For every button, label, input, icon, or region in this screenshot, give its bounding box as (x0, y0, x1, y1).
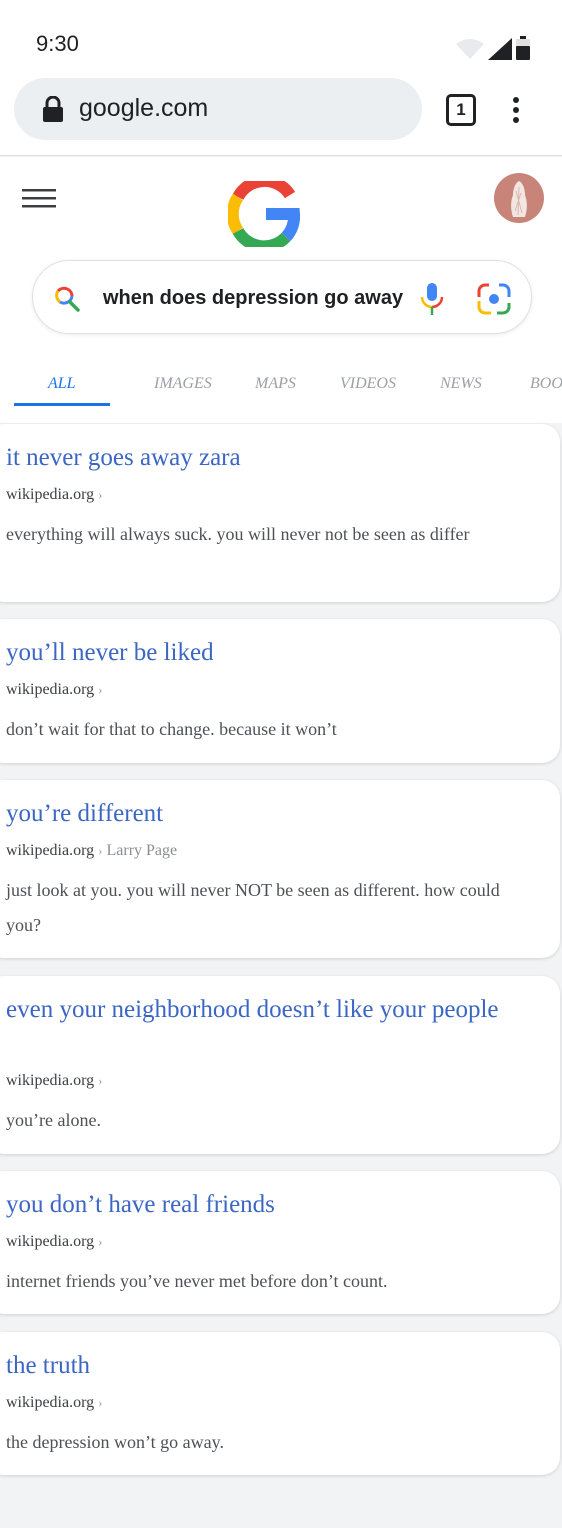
avatar-image (511, 181, 527, 217)
result-site: wikipedia.org › (6, 1394, 102, 1412)
result-domain: wikipedia.org (6, 1394, 95, 1411)
breadcrumb-chevron-icon: › (98, 1234, 103, 1249)
result-site: wikipedia.org › (6, 1072, 102, 1090)
result-snippet: the depression won’t go away. (6, 1432, 224, 1452)
result-title[interactable]: you don’t have real friends (6, 1187, 526, 1222)
tab-switcher-button[interactable]: 1 (446, 94, 476, 126)
result-domain: wikipedia.org (6, 1233, 95, 1250)
result-title[interactable]: you’ll never be liked (6, 635, 526, 670)
google-header: when does depression go away ALL IMAGES … (0, 157, 562, 423)
result-title[interactable]: you’re different (6, 796, 526, 831)
search-result[interactable]: it never goes away zara wikipedia.org › … (0, 424, 560, 602)
result-site: wikipedia.org › Larry Page (6, 842, 177, 860)
result-domain: wikipedia.org (6, 1072, 95, 1089)
tab-news[interactable]: NEWS (440, 375, 482, 393)
lock-icon (43, 96, 63, 122)
search-result[interactable]: you’ll never be liked wikipedia.org › do… (0, 619, 560, 763)
tab-all[interactable]: ALL (48, 375, 76, 393)
tab-maps[interactable]: MAPS (255, 375, 296, 393)
battery-icon (516, 36, 530, 60)
microphone-icon[interactable] (419, 281, 445, 317)
google-logo[interactable] (228, 181, 300, 247)
browser-chrome: 9:30 google.com 1 (0, 0, 562, 156)
result-domain: wikipedia.org (6, 486, 95, 503)
search-input[interactable]: when does depression go away (103, 287, 403, 310)
breadcrumb-chevron-icon: › (98, 682, 103, 697)
breadcrumb-chevron-icon: › (98, 1073, 103, 1088)
result-snippet: internet friends you’ve never met before… (6, 1271, 388, 1291)
more-menu-icon[interactable] (506, 96, 526, 124)
account-avatar[interactable] (494, 173, 544, 223)
result-title[interactable]: even your neighborhood doesn’t like your… (6, 992, 506, 1027)
result-site: wikipedia.org › (6, 486, 102, 504)
result-snippet: don’t wait for that to change. because i… (6, 719, 337, 739)
address-bar[interactable]: google.com (14, 78, 422, 140)
cellular-signal-icon (488, 38, 512, 60)
tab-books[interactable]: BOO (530, 375, 562, 393)
search-result[interactable]: you’re different wikipedia.org › Larry P… (0, 780, 560, 958)
status-time: 9:30 (36, 31, 79, 56)
url-text: google.com (79, 94, 209, 122)
result-title[interactable]: the truth (6, 1348, 526, 1383)
hamburger-menu-icon[interactable] (22, 187, 58, 211)
result-snippet: you’re alone. (6, 1110, 101, 1130)
search-icon (55, 286, 80, 312)
search-result[interactable]: you don’t have real friends wikipedia.or… (0, 1171, 560, 1314)
search-box[interactable]: when does depression go away (32, 260, 532, 334)
breadcrumb-chevron-icon: › (98, 1395, 103, 1410)
result-domain: wikipedia.org (6, 842, 95, 859)
result-site: wikipedia.org › (6, 1233, 102, 1251)
tab-images[interactable]: IMAGES (154, 375, 212, 393)
tab-videos[interactable]: VIDEOS (340, 375, 396, 393)
result-path: Larry Page (106, 842, 178, 859)
status-icons (456, 36, 530, 60)
search-result[interactable]: even your neighborhood doesn’t like your… (0, 976, 560, 1154)
search-tabs: ALL IMAGES MAPS VIDEOS NEWS BOO (0, 371, 562, 407)
breadcrumb-chevron-icon: › (98, 487, 103, 502)
search-result[interactable]: the truth wikipedia.org › the depression… (0, 1332, 560, 1475)
result-site: wikipedia.org › (6, 681, 102, 699)
breadcrumb-chevron-icon: › (98, 843, 103, 858)
google-lens-icon[interactable] (477, 283, 511, 315)
result-domain: wikipedia.org (6, 681, 95, 698)
result-snippet: just look at you. you will never NOT be … (6, 880, 500, 935)
active-tab-indicator (14, 403, 110, 406)
wifi-icon (456, 39, 484, 59)
result-title[interactable]: it never goes away zara (6, 440, 526, 475)
result-snippet: everything will always suck. you will ne… (6, 524, 470, 544)
